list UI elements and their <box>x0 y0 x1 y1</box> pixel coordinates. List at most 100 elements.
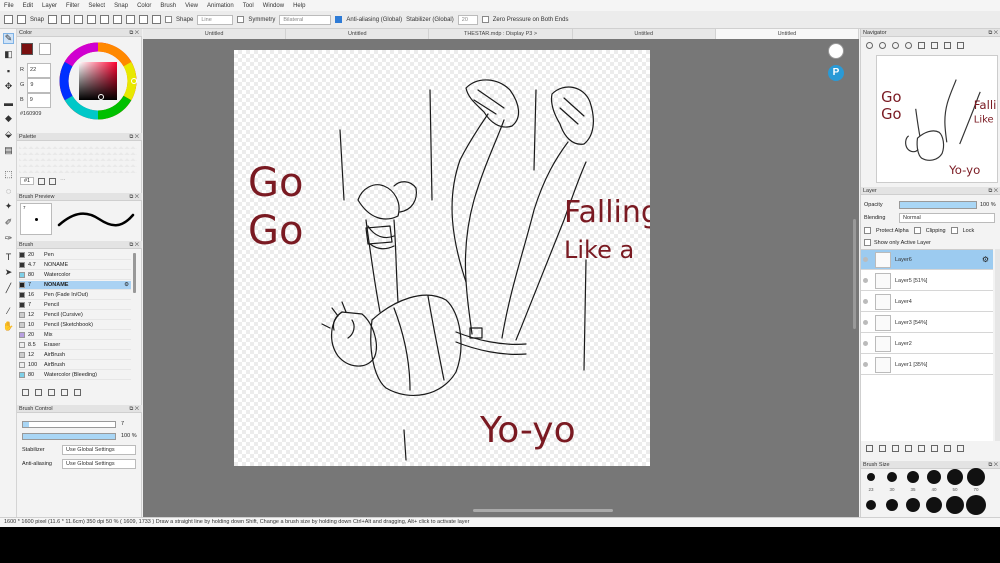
pixiv-icon[interactable]: P <box>828 65 844 81</box>
brush-item[interactable]: 80 Watercolor <box>19 271 131 280</box>
brush-item[interactable]: 20 Pen <box>19 251 131 260</box>
menu-item[interactable]: Select <box>88 3 105 9</box>
brush-size-preset[interactable] <box>866 500 876 510</box>
r-value-input[interactable]: 22 <box>27 63 52 78</box>
duplicate-layer-icon[interactable] <box>931 445 938 452</box>
clipping-checkbox[interactable] <box>913 227 921 234</box>
shape-checkbox[interactable] <box>165 16 173 23</box>
document-tab[interactable]: Untitled <box>715 29 860 39</box>
brush-size-preset[interactable] <box>886 499 898 511</box>
eraser-tool-icon[interactable]: ◧ <box>3 49 14 60</box>
brush-size-preset[interactable] <box>907 471 919 483</box>
text-tool-icon[interactable]: T <box>3 251 14 262</box>
panel-buttons-icon[interactable]: ⧉ ✕ <box>988 461 998 469</box>
layer-visibility-icon[interactable] <box>863 278 868 283</box>
copy-brush-icon[interactable] <box>61 389 68 396</box>
avatar-icon[interactable] <box>828 43 844 59</box>
palette-menu-icon[interactable]: ⋯ <box>60 178 66 184</box>
panel-buttons-icon[interactable]: ⧉ ✕ <box>129 193 139 201</box>
layer-visibility-icon[interactable] <box>863 257 868 262</box>
document-tab[interactable]: Untitled <box>286 29 430 39</box>
panel-buttons-icon[interactable]: ⧉ ✕ <box>129 133 139 141</box>
menu-item[interactable]: Help <box>293 3 305 9</box>
new-halftone-layer-icon[interactable] <box>879 445 886 452</box>
hand-tool-icon[interactable]: ✋ <box>3 321 14 332</box>
layer-settings-icon[interactable]: ⚙ <box>982 255 989 264</box>
menu-item[interactable]: View <box>185 3 198 9</box>
layer-blending-select[interactable]: Normal <box>899 213 995 223</box>
rotate-left-icon[interactable] <box>918 42 925 49</box>
main-color-swatch[interactable] <box>21 43 33 55</box>
select-pen-icon[interactable]: ✐ <box>3 217 14 228</box>
new-8bit-layer-icon[interactable] <box>892 445 899 452</box>
delete-layer-icon[interactable] <box>957 445 964 452</box>
merge-down-icon[interactable] <box>944 445 951 452</box>
brush-item[interactable]: 7 NONAME ⚙ <box>19 281 131 290</box>
select-eraser-icon[interactable]: ✑ <box>3 233 14 244</box>
new-layer-icon[interactable] <box>866 445 873 452</box>
rotate-right-icon[interactable] <box>931 42 938 49</box>
new-folder-icon[interactable] <box>918 445 925 452</box>
vertical-scrollbar[interactable] <box>853 219 856 329</box>
brush-list-scrollbar[interactable] <box>133 253 136 293</box>
brush-size-preset[interactable] <box>867 473 875 481</box>
layer-row[interactable]: Layer5 [51%] <box>861 271 993 291</box>
brush-size-preset[interactable] <box>946 496 964 514</box>
brush-opacity-slider[interactable] <box>22 433 116 440</box>
layer-row[interactable]: Layer6 ⚙ <box>861 250 993 270</box>
new-palette-icon[interactable] <box>38 177 46 185</box>
shape-select[interactable]: Line <box>197 14 234 25</box>
document-tab[interactable]: Untitled <box>573 29 716 39</box>
zoom-reset-icon[interactable] <box>905 42 912 49</box>
brush-item[interactable]: 8.5 Eraser <box>19 341 131 350</box>
snap-vanish-icon[interactable] <box>139 15 149 24</box>
operation-tool-icon[interactable]: ➤ <box>3 267 14 278</box>
symmetry-checkbox[interactable] <box>237 16 245 23</box>
menu-item[interactable]: Animation <box>207 3 234 9</box>
navigator-preview[interactable]: Go Go Falling Like a Yo-yo <box>876 55 998 183</box>
brush-size-preset[interactable] <box>887 472 897 482</box>
brush-size-preset[interactable] <box>966 495 986 515</box>
layer-visibility-icon[interactable] <box>863 341 868 346</box>
bucket-tool-icon[interactable]: ⬙ <box>3 129 14 140</box>
panel-buttons-icon[interactable]: ⧉ ✕ <box>129 405 139 413</box>
zoom-in-icon[interactable] <box>866 42 873 49</box>
brush-item[interactable]: 100 AirBrush <box>19 361 131 370</box>
show-only-active-checkbox[interactable] <box>864 239 871 246</box>
brush-antialias-select[interactable]: Use Global Settings <box>62 459 136 469</box>
brush-item[interactable]: 16 Pen (Fade In/Out) <box>19 291 131 300</box>
delete-palette-icon[interactable] <box>49 177 57 185</box>
brush-size-preset[interactable] <box>967 468 985 486</box>
panel-buttons-icon[interactable]: ⧉ ✕ <box>988 29 998 37</box>
symmetry-select[interactable]: Bilateral <box>279 14 332 25</box>
horizontal-scrollbar[interactable] <box>473 509 613 512</box>
rect-select-icon[interactable]: ▬ <box>3 97 14 108</box>
brush-settings-icon[interactable]: ⚙ <box>124 282 129 288</box>
menu-item[interactable]: Filter <box>66 3 79 9</box>
color-wheel[interactable] <box>58 41 138 121</box>
layer-row[interactable]: Layer3 [54%] <box>861 313 993 333</box>
brush-item[interactable]: 12 AirBrush <box>19 351 131 360</box>
brush-tool-icon[interactable]: ✎ <box>3 33 14 44</box>
zoom-fit-icon[interactable] <box>892 42 899 49</box>
brush-size-slider[interactable] <box>22 421 116 428</box>
divide-tool-icon[interactable]: ╱ <box>3 283 14 294</box>
snap-parallel-icon[interactable] <box>61 15 71 24</box>
gradient-tool-icon[interactable]: ▤ <box>3 145 14 156</box>
menu-item[interactable]: Snap <box>114 3 128 9</box>
menu-item[interactable]: Brush <box>160 3 176 9</box>
layer-row[interactable]: Layer4 <box>861 292 993 312</box>
menu-item[interactable]: Color <box>137 3 151 9</box>
layer-visibility-icon[interactable] <box>863 362 868 367</box>
new-1bit-layer-icon[interactable] <box>905 445 912 452</box>
brush-stabilizer-select[interactable]: Use Global Settings <box>62 445 136 455</box>
layer-opacity-slider[interactable] <box>899 201 977 209</box>
layer-visibility-icon[interactable] <box>863 299 868 304</box>
drawing-canvas[interactable]: Go Go Falling Like a Yo-yo <box>234 50 660 466</box>
brush-item[interactable]: 20 Mix <box>19 331 131 340</box>
panel-buttons-icon[interactable]: ⧉ ✕ <box>988 187 998 195</box>
palette-index-select[interactable]: #1 <box>20 177 35 185</box>
previous-icon[interactable] <box>4 15 13 24</box>
antialiasing-checkbox[interactable] <box>335 16 343 23</box>
select-tool-icon[interactable]: ⬚ <box>3 169 14 180</box>
